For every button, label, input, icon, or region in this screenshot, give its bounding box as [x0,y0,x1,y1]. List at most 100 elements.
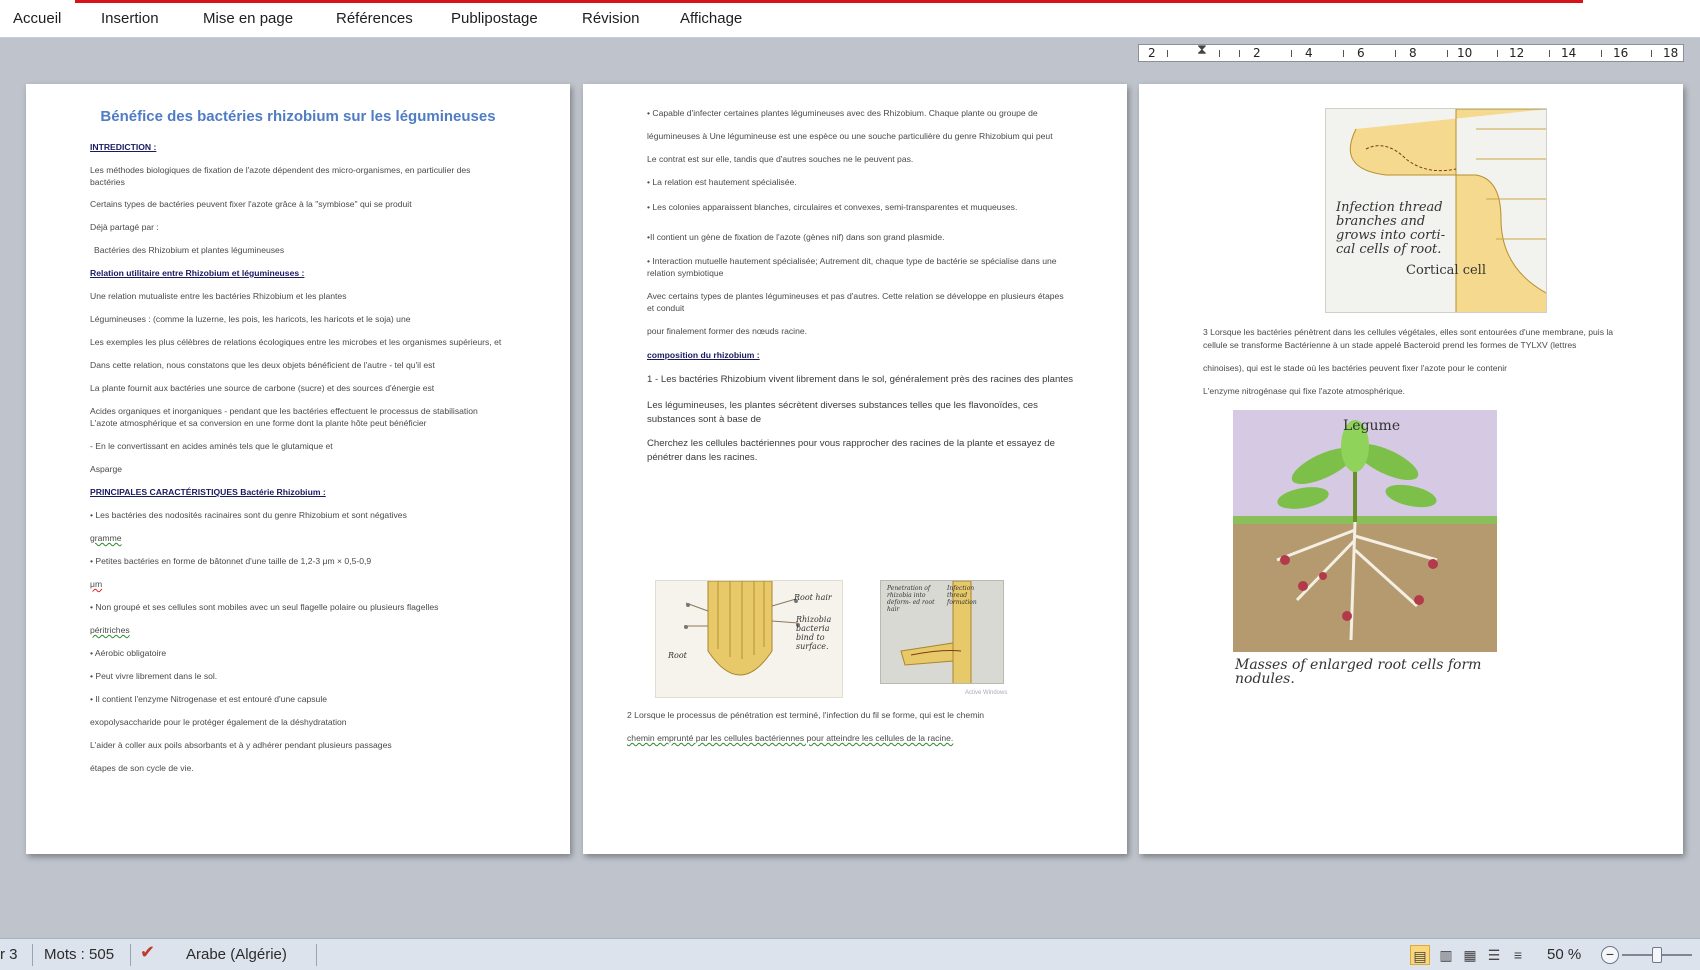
text-line: relation symbiotique [647,268,724,278]
status-separator [32,944,33,966]
document-page-3[interactable]: Infection thread branches and grows into… [1139,84,1683,854]
zoom-slider-thumb[interactable] [1652,947,1662,963]
text-line: • La relation est hautement spécialisée. [647,177,797,187]
outline-view-icon[interactable]: ☰ [1484,945,1504,965]
status-separator [130,944,131,966]
ruler-tick [1497,50,1498,57]
indent-marker-icon[interactable]: ⧗ [1197,41,1207,58]
ruler-tick [1239,50,1240,57]
ruler-number: 14 [1561,46,1577,60]
draft-view-icon[interactable]: ≡ [1508,945,1528,965]
text-line: bactéries [90,177,125,187]
ruler-tick [1601,50,1602,57]
text-line: cellule se transforme Bactérienne à un s… [1203,340,1577,350]
text-line: • Interaction mutuelle hautement spécial… [647,256,1057,266]
heading-caracteristiques: PRINCIPALES CARACTÉRISTIQUES Bactérie Rh… [90,487,326,497]
fig-label: Rhizobia bacteria bind to surface. [796,615,832,651]
text-line: chemin emprunté par les cellules bactéri… [627,733,954,743]
tab-affichage[interactable]: Affichage [680,10,742,27]
watermark-text: Active Windows [965,690,1008,696]
tab-insertion[interactable]: Insertion [101,10,159,27]
web-layout-view-icon[interactable]: ▦ [1460,945,1480,965]
tab-mise-en-page[interactable]: Mise en page [203,10,293,27]
ruler-number: 18 [1663,46,1679,60]
text-line: Déjà partagé par : [90,222,159,232]
root-hair-figure: Root hair Rhizobia bacteria bind to surf… [655,580,843,698]
text-line: étapes de son cycle de vie. [90,763,194,773]
ruler-number: 8 [1409,46,1417,60]
zoom-out-button[interactable]: − [1601,946,1619,964]
text-line: 2 Lorsque le processus de pénétration es… [627,710,985,720]
ruler-tick [1291,50,1292,57]
tab-accueil[interactable]: Accueil [13,10,61,27]
ribbon-tabs: Accueil Insertion Mise en page Référence… [0,0,1700,38]
language-indicator[interactable]: Arabe (Algérie) [186,946,287,963]
fig-label: Root [668,651,687,660]
heading-introduction: INTREDICTION : [90,142,157,152]
text-line: • Les colonies apparaissent blanches, ci… [647,202,1018,212]
print-layout-view-icon[interactable]: ▤ [1410,945,1430,965]
ruler-tick [1395,50,1396,57]
ruler-number: 10 [1457,46,1473,60]
horizontal-ruler[interactable]: 2 ⧗ 2 4 6 8 10 12 14 16 18 [1138,41,1684,62]
status-bar: r 3 Mots : 505 ✔ Arabe (Algérie) ▤ ▥ ▦ ☰… [0,938,1700,970]
text-line: L'aider à coller aux poils absorbants et… [90,740,392,750]
ruler-tick [1651,50,1652,57]
text-line: • Non groupé et ses cellules sont mobile… [90,602,439,612]
text-line: • Capable d'infecter certaines plantes l… [647,108,1038,118]
ruler-tick [1219,50,1220,57]
text-line: Légumineuses : (comme la luzerne, les po… [90,314,411,324]
text-line: Avec certains types de plantes légumineu… [647,291,1064,301]
ruler-tick [1343,50,1344,57]
text-line: Les légumineuses, les plantes sécrètent … [647,400,1038,411]
infection-thread-figure: Infection thread branches and grows into… [1325,108,1547,313]
tab-revision[interactable]: Révision [582,10,640,27]
heading-composition: composition du rhizobium : [647,350,760,360]
fig-title: Legume [1343,418,1401,434]
document-title: Bénéfice des bactéries rhizobium sur les… [100,108,496,125]
tab-references[interactable]: Références [336,10,413,27]
text-line: Les exemples les plus célèbres de relati… [90,337,502,347]
text-line: substances sont à base de [647,414,762,425]
fig-label: Infection thread formation [947,585,977,606]
reading-view-icon[interactable]: ▥ [1436,945,1456,965]
ruler-number: 2 [1253,46,1261,60]
text-line: et conduit [647,303,685,313]
text-line: μm [90,579,103,589]
text-line: Le contrat est sur elle, tandis que d'au… [647,154,914,164]
proofing-icon[interactable]: ✔ [140,942,155,963]
text-line: Bactéries des Rhizobium et plantes légum… [94,245,285,255]
document-page-1[interactable]: Bénéfice des bactéries rhizobium sur les… [26,84,570,854]
text-line: Une relation mutualiste entre les bactér… [90,291,347,301]
text-line: • Peut vivre librement dans le sol. [90,671,218,681]
heading-relation: Relation utilitaire entre Rhizobium et l… [90,268,305,278]
word-count[interactable]: Mots : 505 [44,946,114,963]
text-line: pour finalement former des nœuds racine. [647,326,808,336]
ruler-number: 16 [1613,46,1629,60]
tab-publipostage[interactable]: Publipostage [451,10,538,27]
page-indicator[interactable]: r 3 [0,946,18,963]
text-line: Dans cette relation, nous constatons que… [90,360,435,370]
ruler-tick [1447,50,1448,57]
text-line: - En le convertissant en acides aminés t… [90,441,333,451]
document-area: 2 ⧗ 2 4 6 8 10 12 14 16 18 Bénéfice des … [0,38,1700,938]
ruler-number: 4 [1305,46,1313,60]
title-accent-bar [75,0,1583,3]
text-line: •Il contient un gène de fixation de l'az… [647,232,945,242]
text-line: Asparge [90,464,123,474]
text-line: L'azote atmosphérique et sa conversion e… [90,418,427,428]
ruler-number: 2 [1148,46,1156,60]
text-line: Acides organiques et inorganiques - pend… [90,406,478,416]
text-line: 1 - Les bactéries Rhizobium vivent libre… [647,374,1074,385]
text-line: • Il contient l'enzyme Nitrogenase et es… [90,694,328,704]
text-line: Les méthodes biologiques de fixation de … [90,165,471,175]
fig-label: Root hair [794,593,832,602]
text-line: pénétrer dans les racines. [647,452,758,463]
zoom-level[interactable]: 50 % [1547,946,1581,963]
ruler-tick [1167,50,1168,57]
document-page-2[interactable]: • Capable d'infecter certaines plantes l… [583,84,1127,854]
text-line: • Les bactéries des nodosités racinaires… [90,510,407,520]
fig-label: Infection thread branches and grows into… [1336,200,1446,257]
fig-label: Cortical cell [1406,263,1486,278]
text-line: péritriches [90,625,130,635]
